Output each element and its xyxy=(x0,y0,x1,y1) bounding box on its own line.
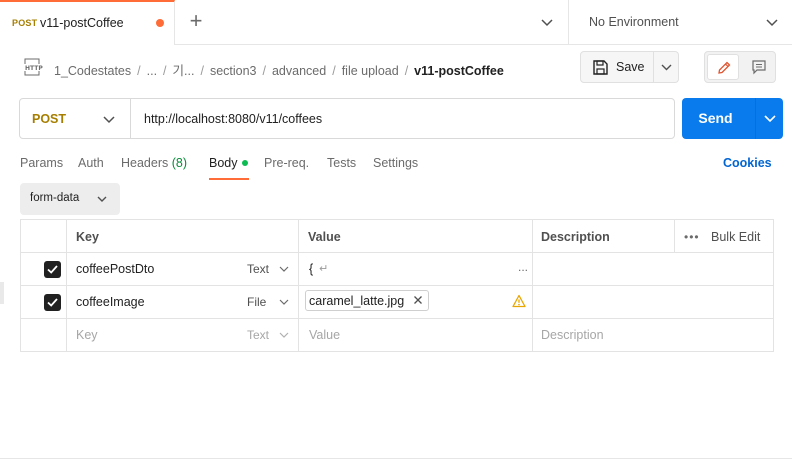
active-tab-underline xyxy=(209,178,249,180)
save-options-button[interactable] xyxy=(654,51,679,83)
body-type-chevron-down-icon xyxy=(97,196,107,202)
method-label: POST xyxy=(32,112,67,126)
breadcrumb-current[interactable]: v11-postCoffee xyxy=(414,64,504,78)
svg-text:HTTP: HTTP xyxy=(25,65,43,72)
row-key[interactable]: coffeePostDto xyxy=(76,262,154,276)
save-button[interactable]: Save xyxy=(580,51,654,83)
tab-title: v11-postCoffee xyxy=(40,16,124,30)
remove-file-close-icon[interactable] xyxy=(412,294,424,306)
environment-label: No Environment xyxy=(589,15,679,29)
send-button[interactable]: Send xyxy=(682,98,783,139)
pencil-icon xyxy=(718,61,731,74)
breadcrumb-item-file-upload[interactable]: file upload xyxy=(342,64,399,78)
breadcrumb-item-section3[interactable]: section3 xyxy=(210,64,257,78)
breadcrumb-item-collapsed[interactable]: ... xyxy=(147,64,157,78)
http-file-icon: HTTP xyxy=(24,58,43,76)
breadcrumb: 1_Codestates /... / 기... / section3 / advanced /… xyxy=(54,60,504,79)
row-type-select[interactable]: Text xyxy=(247,262,269,276)
row-key[interactable]: coffeeImage xyxy=(76,295,145,309)
method-select[interactable]: POST xyxy=(20,99,131,138)
request-tab-active[interactable]: POST v11-postCoffee xyxy=(0,0,175,45)
tab-prereq[interactable]: Pre-req. xyxy=(264,156,309,170)
headers-count: (8) xyxy=(171,156,188,170)
tab-auth[interactable]: Auth xyxy=(78,156,104,170)
breadcrumb-item-collection[interactable]: 1_Codestates xyxy=(54,64,131,78)
view-mode-toggle xyxy=(704,51,776,83)
breadcrumb-separator: / xyxy=(404,64,409,78)
row-value[interactable]: { xyxy=(309,262,313,276)
file-name: caramel_latte.jpg xyxy=(309,294,405,308)
breadcrumb-item-advanced[interactable]: advanced xyxy=(272,64,326,78)
new-row-placeholder: Key Text Value Description xyxy=(21,319,773,352)
value-placeholder[interactable]: Value xyxy=(309,328,340,342)
checkmark-icon xyxy=(47,298,58,307)
url-bar: POST xyxy=(19,98,675,139)
bottom-divider xyxy=(0,458,792,459)
breadcrumb-item-folder[interactable]: 기... xyxy=(173,64,195,78)
save-label: Save xyxy=(616,60,645,74)
tabs-chevron-down-icon[interactable] xyxy=(538,12,556,32)
warning-triangle-icon[interactable] xyxy=(512,294,526,308)
chevron-down-icon xyxy=(661,64,672,71)
edit-mode-button[interactable] xyxy=(707,54,739,80)
method-chevron-down-icon xyxy=(103,116,115,124)
comment-doc-icon xyxy=(752,60,766,75)
tab-tests[interactable]: Tests xyxy=(327,156,356,170)
key-column-header: Key xyxy=(76,230,99,244)
table-header-row: Key Value Description ••• Bulk Edit xyxy=(21,220,773,253)
chevron-down-icon xyxy=(279,266,289,272)
type-placeholder-select[interactable]: Text xyxy=(247,328,269,342)
tab-settings[interactable]: Settings xyxy=(373,156,418,170)
tab-params[interactable]: Params xyxy=(20,156,63,170)
new-tab-plus-icon[interactable]: + xyxy=(184,8,208,34)
value-column-header: Value xyxy=(308,230,341,244)
breadcrumb-separator: / xyxy=(332,64,336,78)
tab-headers[interactable]: Headers (8) xyxy=(121,156,187,170)
tab-headers-label: Headers xyxy=(121,156,169,170)
body-type-label: form-data xyxy=(30,192,80,204)
chevron-down-icon xyxy=(764,115,776,123)
bulk-edit-button[interactable]: Bulk Edit xyxy=(711,230,760,244)
breadcrumb-separator: / xyxy=(262,64,266,78)
body-type-select[interactable]: form-data xyxy=(20,183,120,215)
tab-method-label: POST xyxy=(12,18,38,28)
selected-file-chip: caramel_latte.jpg xyxy=(305,290,429,311)
floppy-disk-icon xyxy=(593,60,608,75)
key-placeholder[interactable]: Key xyxy=(76,328,98,342)
row-enabled-checkbox[interactable] xyxy=(44,261,61,278)
line-return-icon: ↵ xyxy=(319,263,329,275)
more-options-icon[interactable]: ••• xyxy=(684,230,700,244)
checkmark-icon xyxy=(47,265,58,274)
left-panel-edge xyxy=(0,282,4,304)
environment-selector[interactable]: No Environment xyxy=(568,0,792,45)
unsaved-dot xyxy=(156,19,164,27)
row-enabled-checkbox[interactable] xyxy=(44,294,61,311)
expand-value-button[interactable]: ... xyxy=(518,260,528,274)
breadcrumb-separator: / xyxy=(200,64,204,78)
body-status-dot xyxy=(242,160,248,166)
tab-bar: POST v11-postCoffee + No Environment xyxy=(0,0,792,45)
tab-body[interactable]: Body xyxy=(209,156,238,170)
breadcrumb-separator: / xyxy=(137,64,141,78)
form-data-table: Key Value Description ••• Bulk Edit coff… xyxy=(20,219,774,352)
documentation-mode-button[interactable] xyxy=(743,54,775,80)
send-label: Send xyxy=(698,110,733,126)
chevron-down-icon xyxy=(279,332,289,338)
description-placeholder[interactable]: Description xyxy=(541,328,604,342)
table-row: coffeePostDto Text { ↵ ... xyxy=(21,253,773,286)
table-row: coffeeImage File caramel_latte.jpg xyxy=(21,286,773,319)
environment-chevron-down-icon xyxy=(766,19,778,27)
cookies-link[interactable]: Cookies xyxy=(723,156,772,170)
chevron-down-icon xyxy=(279,299,289,305)
breadcrumb-separator: / xyxy=(163,64,167,78)
description-column-header: Description xyxy=(541,230,610,244)
url-input[interactable] xyxy=(144,99,664,138)
row-type-select[interactable]: File xyxy=(247,295,266,309)
send-options-button[interactable] xyxy=(756,98,783,139)
